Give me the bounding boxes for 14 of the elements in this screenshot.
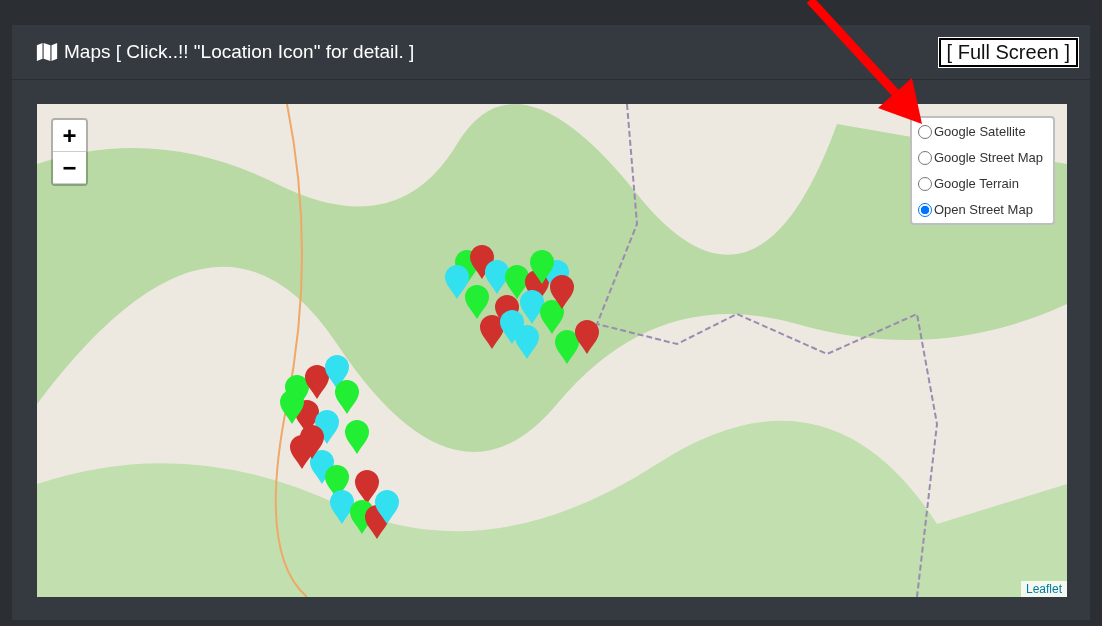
layer-radio[interactable] [917,176,932,191]
attribution-link[interactable]: Leaflet [1020,581,1067,597]
layer-option[interactable]: Google Street Map [917,150,1043,165]
layer-radio[interactable] [917,202,932,217]
full-screen-button[interactable]: [ Full Screen ] [938,37,1078,67]
layer-option[interactable]: Google Satellite [917,124,1043,139]
layer-option[interactable]: Open Street Map [917,202,1043,217]
card-title: Maps [ Click..!! "Location Icon" for detail. ] [64,41,415,63]
layer-radio[interactable] [917,150,932,165]
map-icon [36,43,58,61]
zoom-in-button[interactable]: + [53,120,86,152]
zoom-out-button[interactable]: − [53,152,86,184]
layer-option[interactable]: Google Terrain [917,176,1043,191]
layer-radio[interactable] [917,124,932,139]
